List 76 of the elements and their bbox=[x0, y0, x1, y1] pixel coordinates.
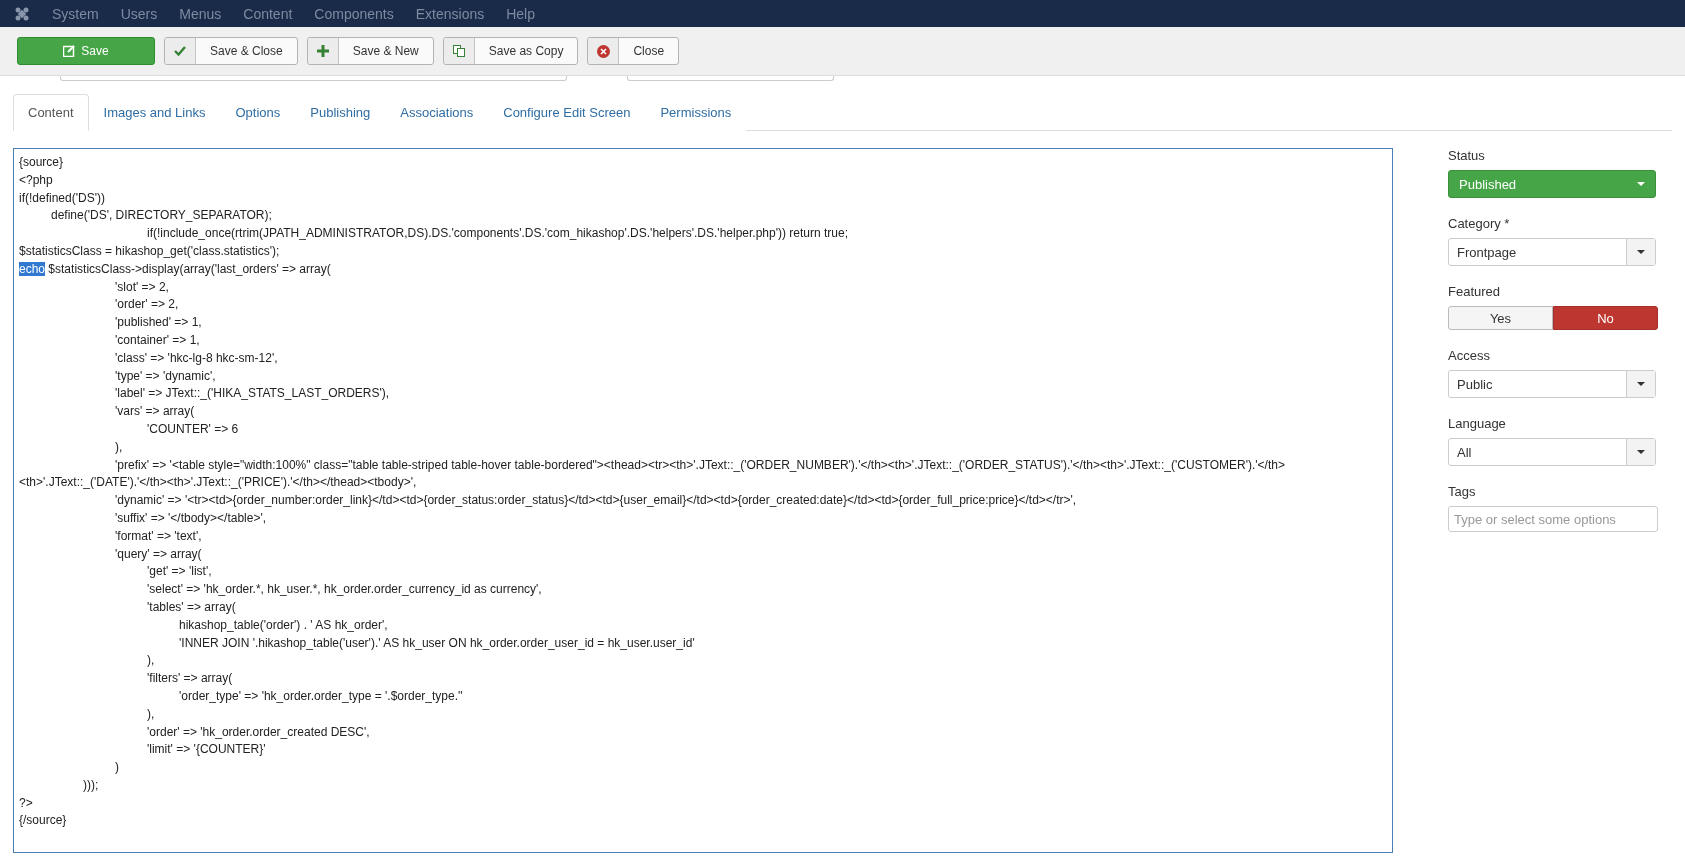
code-line: 'format' => 'text', bbox=[114, 527, 203, 545]
code-line: {source} bbox=[19, 154, 65, 171]
edit-icon bbox=[63, 45, 76, 57]
code-line: 'select' => 'hk_order.*, hk_user.*, hk_order.order_currency_id as currency', bbox=[146, 581, 543, 599]
code-line: 'query' => array( bbox=[114, 545, 203, 563]
status-select[interactable]: Published bbox=[1448, 170, 1656, 198]
code-line: echo $statisticsClass->display(array('last_orders' => array( bbox=[19, 260, 332, 278]
field-label: Tags bbox=[1448, 484, 1477, 499]
code-line: 'order_type' => 'hk_order.order_type = '.$order_type.'' bbox=[178, 687, 464, 705]
code-line: 'published' => 1, bbox=[114, 314, 203, 332]
toolbar-button[interactable]: Save & New bbox=[306, 37, 434, 65]
code-line: 'container' => 1, bbox=[114, 331, 201, 349]
code-line: define('DS', DIRECTORY_SEPARATOR); bbox=[50, 207, 273, 225]
field-label: Featured bbox=[1448, 284, 1502, 299]
menu-item[interactable]: System bbox=[52, 5, 99, 22]
dropdown-select[interactable]: Frontpage bbox=[1448, 238, 1656, 266]
dropdown-select[interactable]: Public bbox=[1448, 370, 1656, 398]
code-line: ), bbox=[146, 705, 156, 723]
code-line: if(!defined('DS')) bbox=[19, 189, 106, 207]
menu-item[interactable]: Extensions bbox=[415, 5, 485, 22]
code-line: 'INNER JOIN '.hikashop_table('user').' AS hk_user ON hk_order.order_user_id = hk_user.user_id' bbox=[178, 634, 696, 652]
toggle-option[interactable]: No bbox=[1553, 306, 1658, 330]
caret-icon bbox=[1637, 450, 1645, 454]
code-line: $statisticsClass = hikashop_get('class.statistics'); bbox=[19, 243, 281, 260]
toolbar-button[interactable]: Save as Copy bbox=[442, 37, 579, 65]
toolbar-button[interactable]: Close bbox=[587, 37, 680, 65]
menu-item[interactable]: Users bbox=[120, 5, 158, 22]
input-field[interactable] bbox=[60, 76, 567, 81]
code-line: 'filters' => array( bbox=[146, 670, 234, 688]
field-label: Access bbox=[1448, 348, 1491, 363]
code-editor[interactable] bbox=[13, 148, 1393, 853]
field-label: Status bbox=[1448, 148, 1486, 163]
code-line: 'COUNTER' => 6 bbox=[146, 420, 240, 438]
dropdown-select[interactable]: All bbox=[1448, 438, 1656, 466]
menu-item[interactable]: Menus bbox=[179, 5, 222, 22]
code-line: 'class' => 'hkc-lg-8 hkc-sm-12', bbox=[114, 349, 279, 367]
code-line: {/source} bbox=[19, 812, 68, 830]
caret-icon bbox=[1637, 382, 1645, 386]
code-line: 'label' => JText::_('HIKA_STATS_LAST_ORDERS'), bbox=[114, 385, 391, 403]
caret-icon bbox=[1637, 182, 1645, 186]
caret-icon bbox=[1637, 250, 1645, 254]
code-line: 'vars' => array( bbox=[114, 403, 196, 421]
code-line: <?php bbox=[19, 171, 54, 189]
menu-item[interactable]: Components bbox=[314, 5, 394, 22]
code-line: 'tables' => array( bbox=[146, 598, 237, 616]
code-line: 'slot' => 2, bbox=[114, 278, 170, 296]
code-line: 'get' => 'list', bbox=[146, 563, 213, 581]
logo-icon bbox=[14, 5, 30, 22]
field-label: Language bbox=[1448, 416, 1507, 431]
plus-icon bbox=[316, 45, 329, 57]
code-line: 'order' => 2, bbox=[114, 296, 180, 314]
toolbar-button[interactable]: Save & Close bbox=[164, 37, 298, 65]
code-line: ), bbox=[146, 652, 156, 670]
input-field[interactable] bbox=[627, 76, 834, 81]
menu-item[interactable]: Content bbox=[243, 5, 293, 22]
code-line: hikashop_table('order') . ' AS hk_order', bbox=[178, 616, 389, 634]
cancel-icon bbox=[596, 44, 610, 58]
check-icon bbox=[174, 46, 186, 56]
code-line: 'dynamic' => '<tr><td>{order_number:order_link}</td><td>{order_status:order_status}</td><td>{user_email}</td><td>{order_created:date}</td><td>{order_full_price:price}</td></tr>', bbox=[114, 492, 1078, 510]
tab[interactable]: Content bbox=[13, 94, 89, 131]
code-line: ))); bbox=[82, 776, 100, 794]
code-line: 'type' => 'dynamic', bbox=[114, 367, 217, 385]
tags-input-field[interactable]: Type or select some options bbox=[1448, 506, 1658, 532]
code-line: if(!include_once(rtrim(JPATH_ADMINISTRATOR,DS).DS.'components'.DS.'com_hikashop'.DS.'helpers'.DS.'helper.php')) return true; bbox=[146, 225, 849, 243]
code-line: ?> bbox=[19, 794, 34, 812]
field-label: Category * bbox=[1448, 216, 1511, 231]
code-line: 'prefix' => '<table style="width:100%" class="table table-striped table-hover table-bordered"><thead><tr><th>'.JText::_('ORDER_NUMBER').'</th><th>'.JText::_('ORDER_STATUS').'</th><th>'.JText::_('CUSTOMER').'</th><th>'.JText::_('DATE').'</th><th>'.JText::_('PRICE').'</th></thead><tbody>', bbox=[19, 456, 1286, 492]
code-line: 'limit' => '{COUNTER}' bbox=[146, 741, 267, 759]
code-line: 'order' => 'hk_order.order_created DESC', bbox=[146, 723, 371, 741]
code-line: ) bbox=[114, 759, 120, 777]
toolbar-button[interactable]: Save bbox=[17, 37, 155, 65]
code-line: ), bbox=[114, 438, 124, 456]
toggle-option[interactable]: Yes bbox=[1448, 306, 1553, 330]
copy-icon bbox=[452, 45, 465, 57]
menu-item[interactable]: Help bbox=[506, 5, 535, 22]
code-line: 'suffix' => '</tbody></table>', bbox=[114, 509, 268, 527]
